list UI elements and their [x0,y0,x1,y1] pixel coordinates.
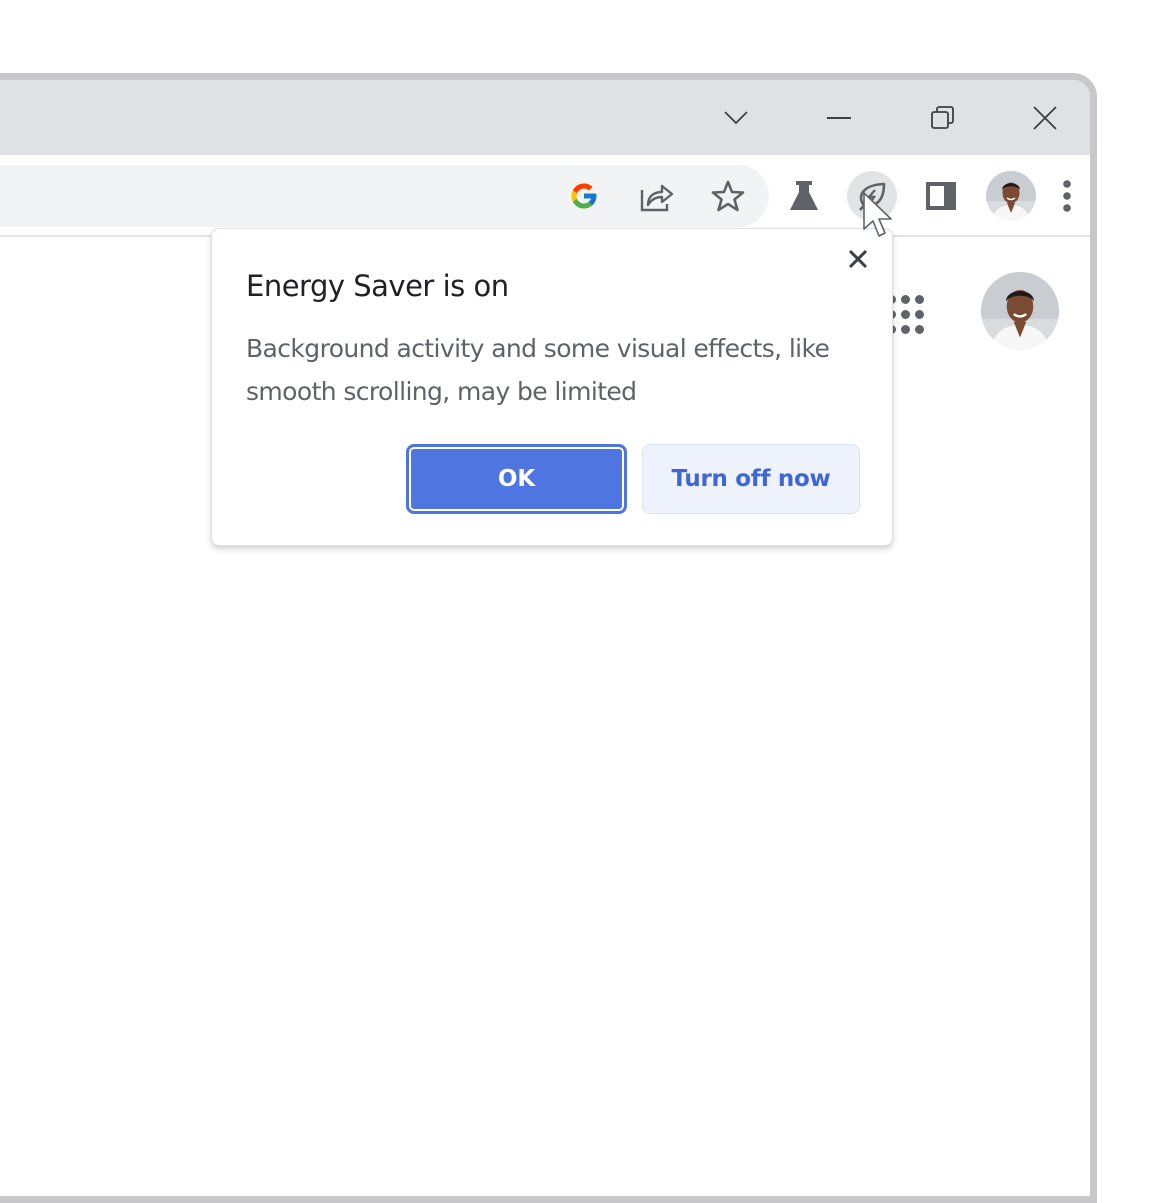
side-panel-button[interactable] [916,171,966,221]
dialog-close-button[interactable] [844,245,872,273]
minimize-button[interactable] [809,80,869,155]
chevron-down-icon [724,110,748,124]
apps-dot [915,310,924,319]
share-button[interactable] [632,171,682,221]
profile-photo-icon [986,171,1036,221]
labs-button[interactable] [779,171,829,221]
close-icon [1033,105,1057,130]
share-icon [640,184,674,212]
energy-saver-dialog: Energy Saver is on Background activity a… [211,228,893,546]
energy-saver-leaf-icon [859,182,886,211]
bookmark-button[interactable] [703,171,753,221]
more-menu-icon [1063,180,1071,212]
side-panel-icon [926,182,956,210]
toolbar [0,155,1090,237]
restore-icon [931,105,954,129]
ok-button[interactable]: OK [406,444,627,514]
energy-saver-button[interactable] [847,171,897,221]
turn-off-now-button[interactable]: Turn off now [642,444,860,514]
address-bar[interactable] [0,165,769,227]
profile-avatar[interactable] [986,171,1036,221]
apps-dot [901,295,910,304]
apps-dot [915,295,924,304]
google-icon [571,183,597,209]
dialog-body: Background activity and some visual effe… [246,334,830,406]
bookmark-star-icon [711,180,745,212]
close-window-button[interactable] [1015,80,1075,155]
apps-dot [915,325,924,334]
account-photo-icon [981,272,1059,350]
account-avatar[interactable] [981,272,1059,350]
apps-dot [901,310,910,319]
tab-search-button[interactable] [706,80,766,155]
google-apps-button[interactable] [887,295,927,335]
close-icon [848,249,868,269]
minimize-icon [827,116,851,119]
restore-button[interactable] [913,80,973,155]
more-menu-button[interactable] [1052,171,1082,221]
apps-dot [901,325,910,334]
labs-flask-icon [790,181,818,210]
tab-strip [0,80,1090,155]
google-lens-button[interactable] [559,171,609,221]
dialog-title: Energy Saver is on [246,269,509,303]
